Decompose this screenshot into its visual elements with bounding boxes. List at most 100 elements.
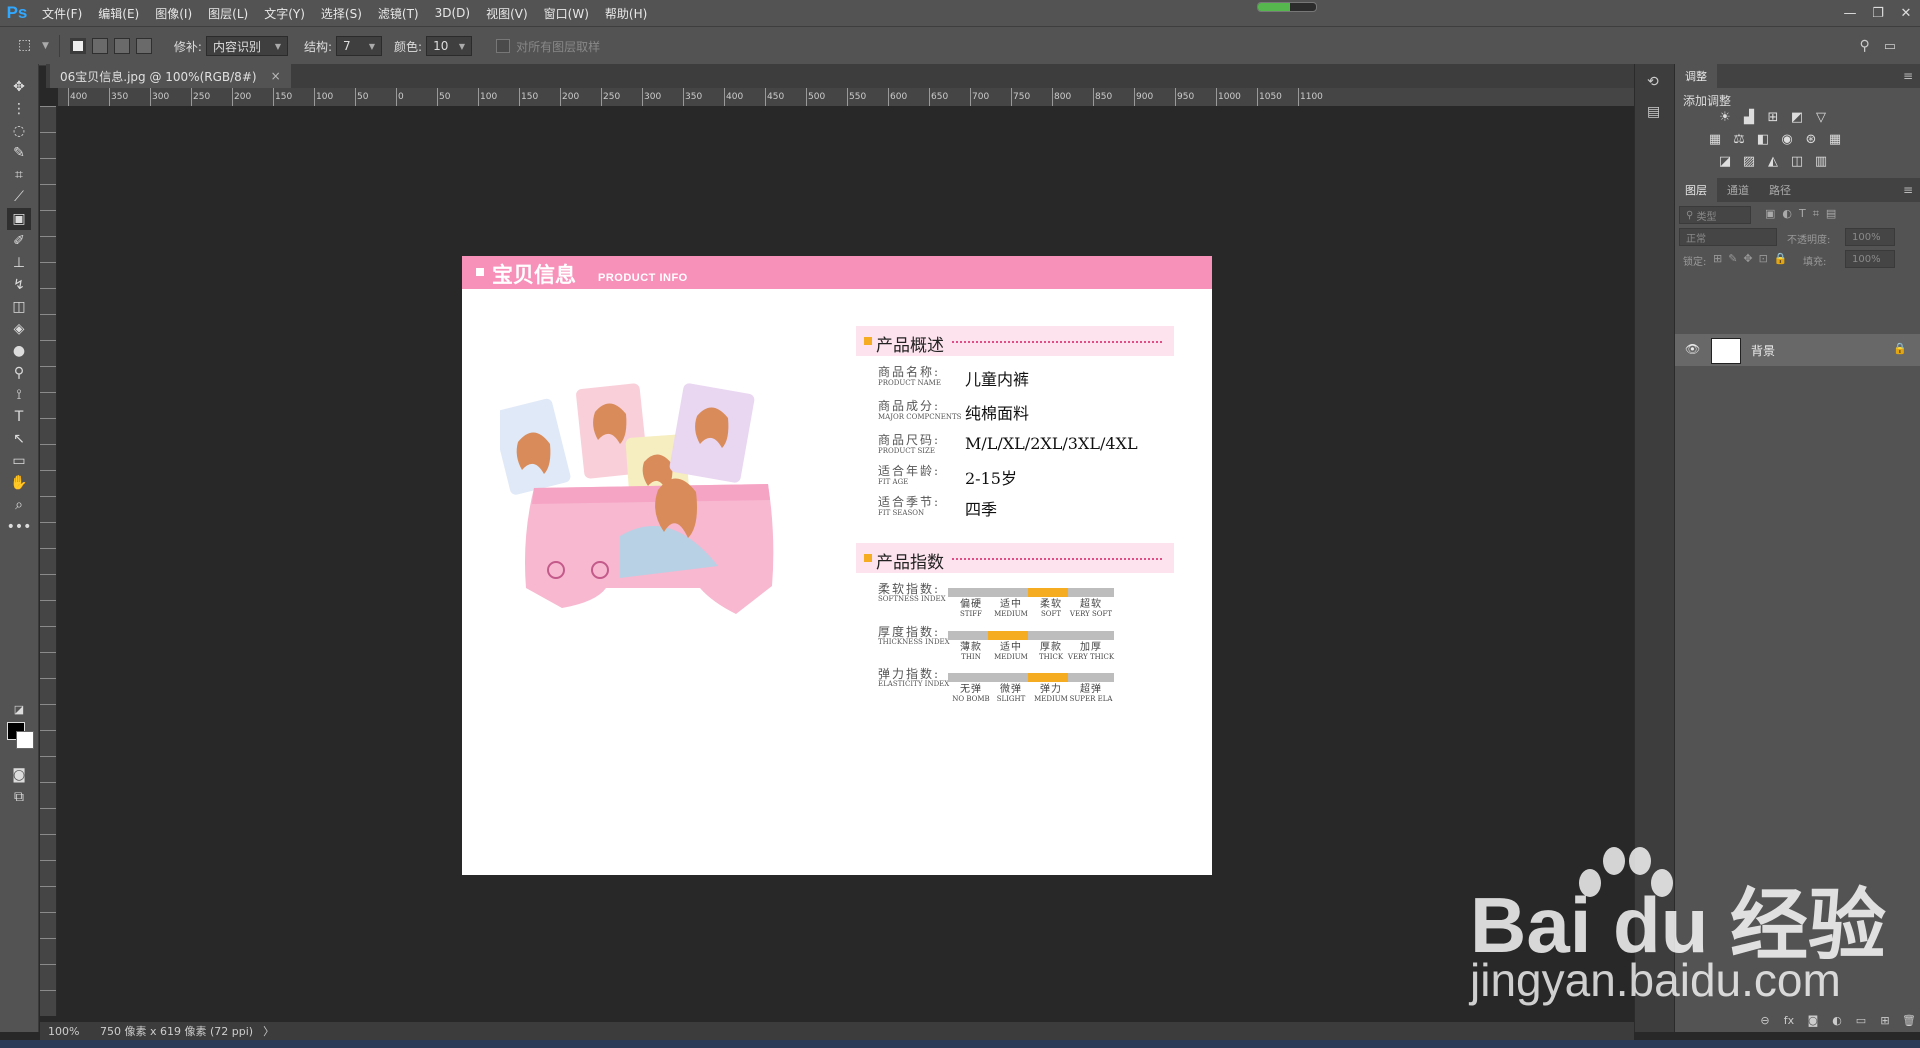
dodge-tool-icon[interactable]: ⚲: [7, 362, 31, 384]
tab-paths[interactable]: 路径: [1759, 178, 1801, 202]
default-colors-icon[interactable]: ◪: [7, 698, 31, 720]
quick-mask-icon[interactable]: ◙: [7, 764, 31, 786]
layer-filter-icons[interactable]: ▣◐T⌗▤: [1765, 207, 1843, 221]
threshold-icon[interactable]: ◭: [1761, 154, 1785, 172]
history-brush-tool-icon[interactable]: ↯: [7, 274, 31, 296]
fill-field[interactable]: 100%: [1845, 250, 1895, 268]
type-tool-icon[interactable]: T: [7, 406, 31, 428]
color-lookup-icon[interactable]: ▦: [1823, 132, 1847, 150]
tab-layers[interactable]: 图层: [1675, 178, 1717, 202]
color-select[interactable]: 10 ▼: [426, 36, 473, 56]
info-value-age: 2-15岁: [965, 469, 1017, 488]
screen-mode-icon[interactable]: ⧉: [7, 786, 31, 808]
structure-select[interactable]: 7 ▼: [336, 36, 383, 56]
tab-adjustments[interactable]: 调整: [1675, 64, 1717, 88]
curves-icon[interactable]: ⊞: [1761, 110, 1785, 128]
menu-file[interactable]: 文件(F): [34, 5, 90, 22]
index-label: 柔软指数: SOFTNESS INDEX: [878, 583, 946, 604]
eraser-tool-icon[interactable]: ◫: [7, 296, 31, 318]
path-selection-tool-icon[interactable]: ↖: [7, 428, 31, 450]
delete-layer-icon[interactable]: 🗑: [1897, 1014, 1920, 1032]
brightness-icon[interactable]: ☀: [1713, 110, 1737, 128]
stamp-tool-icon[interactable]: ⊥: [7, 252, 31, 274]
zoom-level[interactable]: 100%: [40, 1025, 90, 1038]
menu-image[interactable]: 图像(I): [147, 5, 200, 22]
zoom-tool-icon[interactable]: ⌕: [7, 494, 31, 516]
ruler-tick-label: 450: [764, 88, 785, 106]
tab-channels[interactable]: 通道: [1717, 178, 1759, 202]
menu-layer[interactable]: 图层(L): [200, 5, 256, 22]
section-overview-title: 产品概述: [876, 336, 944, 356]
sample-all-layers-checkbox[interactable]: [496, 39, 511, 53]
marquee-tool-icon[interactable]: ⋮: [7, 98, 31, 120]
document-tab[interactable]: 06宝贝信息.jpg @ 100%(RGB/8#) ×: [50, 64, 291, 88]
subtract-selection-icon[interactable]: [113, 38, 130, 54]
channel-mixer-icon[interactable]: ⊛: [1799, 132, 1823, 150]
invert-icon[interactable]: ◪: [1713, 154, 1737, 172]
patch-tool-preset-icon[interactable]: ⬚: [18, 37, 40, 55]
close-tab-icon[interactable]: ×: [271, 69, 281, 83]
search-icon[interactable]: ⚲: [1859, 38, 1869, 54]
workspace-icon[interactable]: ▭: [1884, 39, 1896, 54]
menu-view[interactable]: 视图(V): [478, 5, 536, 22]
layer-name[interactable]: 背景: [1751, 342, 1775, 359]
ruler-left-tick: [40, 548, 56, 549]
menu-select[interactable]: 选择(S): [313, 5, 370, 22]
ruler-tick-label: 400: [67, 88, 88, 106]
quick-selection-tool-icon[interactable]: ✎: [7, 142, 31, 164]
visibility-eye-icon[interactable]: 👁: [1685, 342, 1700, 356]
move-tool-icon[interactable]: ✥: [7, 76, 31, 98]
rectangle-tool-icon[interactable]: ▭: [7, 450, 31, 472]
patch-mode-select[interactable]: 内容识别 ▼: [205, 36, 288, 56]
black-white-icon[interactable]: ◧: [1751, 132, 1775, 150]
exposure-icon[interactable]: ◩: [1785, 110, 1809, 128]
blend-mode-select[interactable]: 正常: [1679, 228, 1777, 246]
menu-type[interactable]: 文字(Y): [256, 5, 313, 22]
ruler-left-tick: [40, 132, 56, 133]
close-button[interactable]: ✕: [1892, 0, 1920, 26]
patch-tool-icon[interactable]: ▣: [7, 208, 31, 230]
opacity-field[interactable]: 100%: [1845, 228, 1895, 246]
preset-dropdown-icon[interactable]: ▼: [42, 41, 49, 51]
add-selection-icon[interactable]: [91, 38, 108, 54]
lasso-tool-icon[interactable]: ◌: [7, 120, 31, 142]
menu-3d[interactable]: 3D(D): [427, 6, 478, 20]
index-label-en: SOFTNESS INDEX: [878, 595, 946, 603]
pen-tool-icon[interactable]: ⟟: [7, 384, 31, 406]
background-color-swatch[interactable]: [16, 731, 34, 749]
menu-edit[interactable]: 编辑(E): [90, 5, 147, 22]
blend-mode-value: 正常: [1686, 233, 1706, 245]
photo-filter-icon[interactable]: ◉: [1775, 132, 1799, 150]
history-panel-icon[interactable]: ⟲: [1647, 74, 1659, 90]
ruler-left-tick: [40, 522, 56, 523]
levels-icon[interactable]: ▟: [1737, 110, 1761, 128]
selective-color-icon[interactable]: ◫: [1785, 154, 1809, 172]
brush-tool-icon[interactable]: ✐: [7, 230, 31, 252]
new-selection-icon[interactable]: [69, 38, 86, 54]
menu-filter[interactable]: 滤镜(T): [370, 5, 427, 22]
vibrance-icon[interactable]: ▽: [1809, 110, 1833, 128]
color-balance-icon[interactable]: ⚖: [1727, 132, 1751, 150]
panel-menu-icon[interactable]: ≡: [1903, 183, 1913, 197]
layer-row-background[interactable]: 👁 背景 🔒: [1675, 334, 1920, 366]
layer-kind-filter[interactable]: ⚲ 类型: [1679, 206, 1751, 224]
intersect-selection-icon[interactable]: [135, 38, 152, 54]
document-image[interactable]: 宝贝信息 PRODUCT INFO 产品概述 商品名称: PRODUCT NAM…: [462, 256, 1212, 875]
hand-tool-icon[interactable]: ✋: [7, 472, 31, 494]
eyedropper-tool-icon[interactable]: ⟋: [7, 186, 31, 208]
menu-help[interactable]: 帮助(H): [597, 5, 655, 22]
crop-tool-icon[interactable]: ⌗: [7, 164, 31, 186]
panel-menu-icon[interactable]: ≡: [1903, 69, 1913, 83]
menu-window[interactable]: 窗口(W): [536, 5, 597, 22]
paint-bucket-tool-icon[interactable]: ◈: [7, 318, 31, 340]
lock-icons[interactable]: ⊞✎✥⊡🔒: [1713, 252, 1794, 265]
minimize-button[interactable]: —: [1836, 0, 1864, 26]
posterize-icon[interactable]: ▨: [1737, 154, 1761, 172]
more-tools-icon[interactable]: •••: [7, 516, 32, 538]
properties-panel-icon[interactable]: ▤: [1647, 104, 1660, 120]
restore-button[interactable]: ❐: [1864, 0, 1892, 26]
blur-tool-icon[interactable]: ●: [7, 340, 31, 362]
status-menu-arrow-icon[interactable]: 〉: [263, 1023, 274, 1039]
hue-saturation-icon[interactable]: ▦: [1703, 132, 1727, 150]
gradient-map-icon[interactable]: ▥: [1809, 154, 1833, 172]
